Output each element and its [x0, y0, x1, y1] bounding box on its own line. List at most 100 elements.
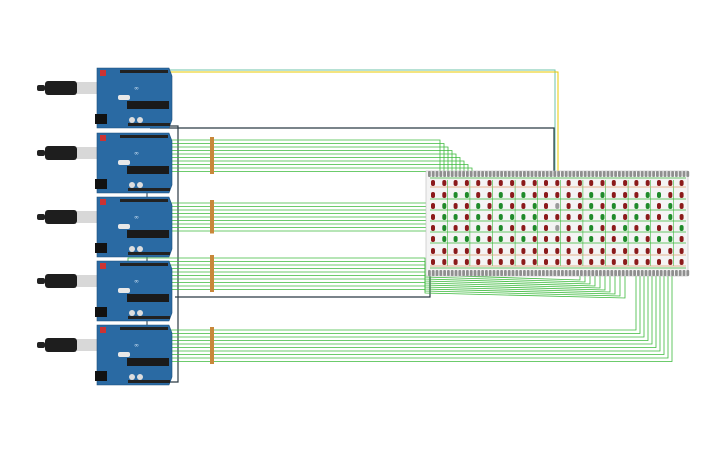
led[interactable] — [510, 248, 515, 254]
led[interactable] — [487, 192, 492, 198]
led[interactable] — [476, 192, 481, 198]
led[interactable] — [634, 236, 639, 242]
led[interactable] — [476, 203, 481, 209]
reset-button[interactable] — [100, 327, 106, 333]
led[interactable] — [431, 203, 435, 209]
led[interactable] — [431, 225, 435, 231]
led[interactable] — [679, 192, 684, 198]
led[interactable] — [600, 203, 605, 209]
led[interactable] — [577, 203, 582, 209]
led[interactable] — [611, 225, 616, 231]
led[interactable] — [498, 248, 503, 254]
led[interactable] — [657, 225, 661, 231]
led[interactable] — [623, 248, 628, 254]
led[interactable] — [464, 203, 469, 209]
led[interactable] — [657, 203, 661, 209]
led[interactable] — [498, 192, 503, 198]
led[interactable] — [487, 214, 492, 220]
led[interactable] — [442, 236, 447, 242]
led[interactable] — [566, 180, 571, 186]
led[interactable] — [589, 214, 594, 220]
led[interactable] — [476, 214, 481, 220]
led[interactable] — [487, 236, 492, 242]
led[interactable] — [498, 214, 503, 220]
led[interactable] — [679, 225, 684, 231]
led[interactable] — [623, 225, 628, 231]
led[interactable] — [611, 192, 616, 198]
led[interactable] — [532, 259, 537, 265]
led[interactable] — [657, 214, 661, 220]
led[interactable] — [442, 248, 447, 254]
led[interactable] — [679, 259, 684, 265]
led[interactable] — [555, 248, 560, 254]
led[interactable] — [487, 180, 492, 186]
arduino-uno-4[interactable]: ∞ — [37, 260, 173, 322]
led[interactable] — [498, 259, 503, 265]
led[interactable] — [464, 236, 469, 242]
led[interactable] — [577, 225, 582, 231]
led[interactable] — [510, 236, 515, 242]
led[interactable] — [464, 214, 469, 220]
led[interactable] — [453, 236, 458, 242]
led[interactable] — [476, 236, 481, 242]
led[interactable] — [634, 203, 639, 209]
led[interactable] — [623, 192, 628, 198]
led[interactable] — [611, 236, 616, 242]
led[interactable] — [611, 180, 616, 186]
led[interactable] — [611, 248, 616, 254]
led[interactable] — [442, 180, 447, 186]
led[interactable] — [431, 259, 435, 265]
led[interactable] — [521, 214, 526, 220]
circuit-canvas[interactable]: ∞ ∞ ∞ ∞ ∞ — [0, 0, 725, 453]
led[interactable] — [634, 192, 639, 198]
led[interactable] — [566, 214, 571, 220]
led[interactable] — [645, 180, 650, 186]
led[interactable] — [431, 248, 435, 254]
led[interactable] — [453, 248, 458, 254]
led[interactable] — [521, 225, 526, 231]
led[interactable] — [498, 180, 503, 186]
led[interactable] — [442, 192, 447, 198]
led[interactable] — [668, 214, 673, 220]
arduino-uno-5[interactable]: ∞ — [37, 324, 173, 386]
led[interactable] — [521, 180, 526, 186]
reset-button[interactable] — [100, 263, 106, 269]
led[interactable] — [521, 192, 526, 198]
led[interactable] — [623, 180, 628, 186]
led[interactable] — [623, 203, 628, 209]
led[interactable] — [589, 192, 594, 198]
led[interactable] — [645, 225, 650, 231]
led[interactable] — [476, 248, 481, 254]
led[interactable] — [589, 248, 594, 254]
led[interactable] — [476, 225, 481, 231]
led[interactable] — [544, 225, 548, 231]
led[interactable] — [657, 259, 661, 265]
reset-button[interactable] — [100, 135, 106, 141]
led[interactable] — [668, 236, 673, 242]
led[interactable] — [600, 192, 605, 198]
led[interactable] — [577, 236, 582, 242]
led[interactable] — [679, 180, 684, 186]
led[interactable] — [453, 180, 458, 186]
led[interactable] — [645, 248, 650, 254]
led[interactable] — [577, 180, 582, 186]
led[interactable] — [453, 225, 458, 231]
led[interactable] — [510, 203, 515, 209]
led[interactable] — [589, 225, 594, 231]
led[interactable] — [442, 225, 447, 231]
led[interactable] — [453, 259, 458, 265]
led[interactable] — [634, 180, 639, 186]
led[interactable] — [555, 192, 560, 198]
led[interactable] — [510, 225, 515, 231]
led[interactable] — [544, 180, 548, 186]
led[interactable] — [487, 259, 492, 265]
led[interactable] — [532, 203, 537, 209]
led[interactable] — [544, 214, 548, 220]
led[interactable] — [623, 259, 628, 265]
led[interactable] — [589, 180, 594, 186]
led[interactable] — [600, 236, 605, 242]
led[interactable] — [611, 203, 616, 209]
led[interactable] — [431, 192, 435, 198]
led[interactable] — [634, 225, 639, 231]
led[interactable] — [442, 259, 447, 265]
